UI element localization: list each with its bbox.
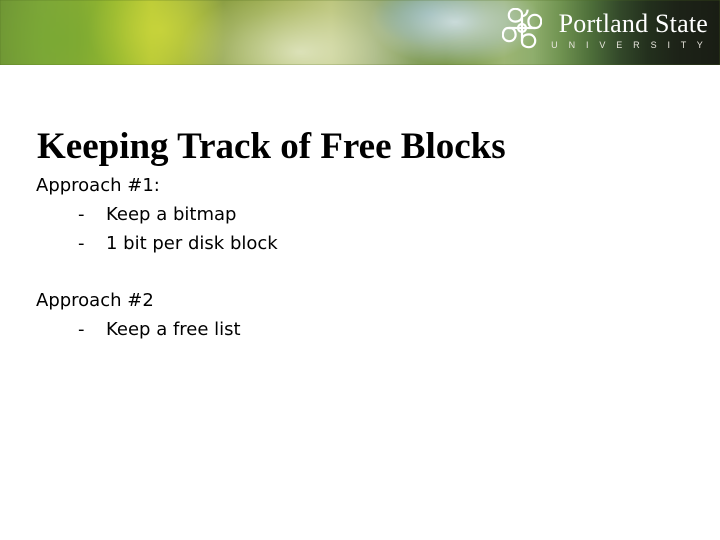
psu-interlocking-knot-icon (502, 8, 543, 52)
list-item: - Keep a free list (36, 315, 676, 344)
slide: Portland State U N I V E R S I T Y Keepi… (0, 0, 720, 540)
dash-marker-icon: - (78, 233, 85, 254)
approach-block-2: Approach #2 - Keep a free list (36, 286, 676, 344)
list-item: - Keep a bitmap (36, 200, 676, 229)
psu-logo-lockup: Portland State U N I V E R S I T Y (502, 8, 708, 52)
approach-2-heading: Approach #2 (36, 290, 154, 311)
list-item: - 1 bit per disk block (36, 229, 676, 258)
slide-title: Keeping Track of Free Blocks (37, 125, 506, 167)
psu-wordmark-subtitle: U N I V E R S I T Y (551, 39, 707, 50)
dash-marker-icon: - (78, 319, 85, 340)
approach-block-1: Approach #1: - Keep a bitmap - 1 bit per… (36, 171, 676, 258)
approach-1-bullet-list: - Keep a bitmap - 1 bit per disk block (36, 200, 676, 258)
dash-marker-icon: - (78, 204, 85, 225)
psu-wordmark: Portland State U N I V E R S I T Y (551, 8, 708, 50)
list-item-text: Keep a free list (106, 319, 241, 340)
psu-wordmark-name: Portland State (558, 8, 708, 38)
list-item-text: 1 bit per disk block (106, 233, 278, 254)
approach-1-heading: Approach #1: (36, 175, 160, 196)
slide-content: Approach #1: - Keep a bitmap - 1 bit per… (36, 171, 676, 344)
list-item-text: Keep a bitmap (106, 204, 237, 225)
approach-2-bullet-list: - Keep a free list (36, 315, 676, 344)
header-banner: Portland State U N I V E R S I T Y (0, 0, 720, 65)
